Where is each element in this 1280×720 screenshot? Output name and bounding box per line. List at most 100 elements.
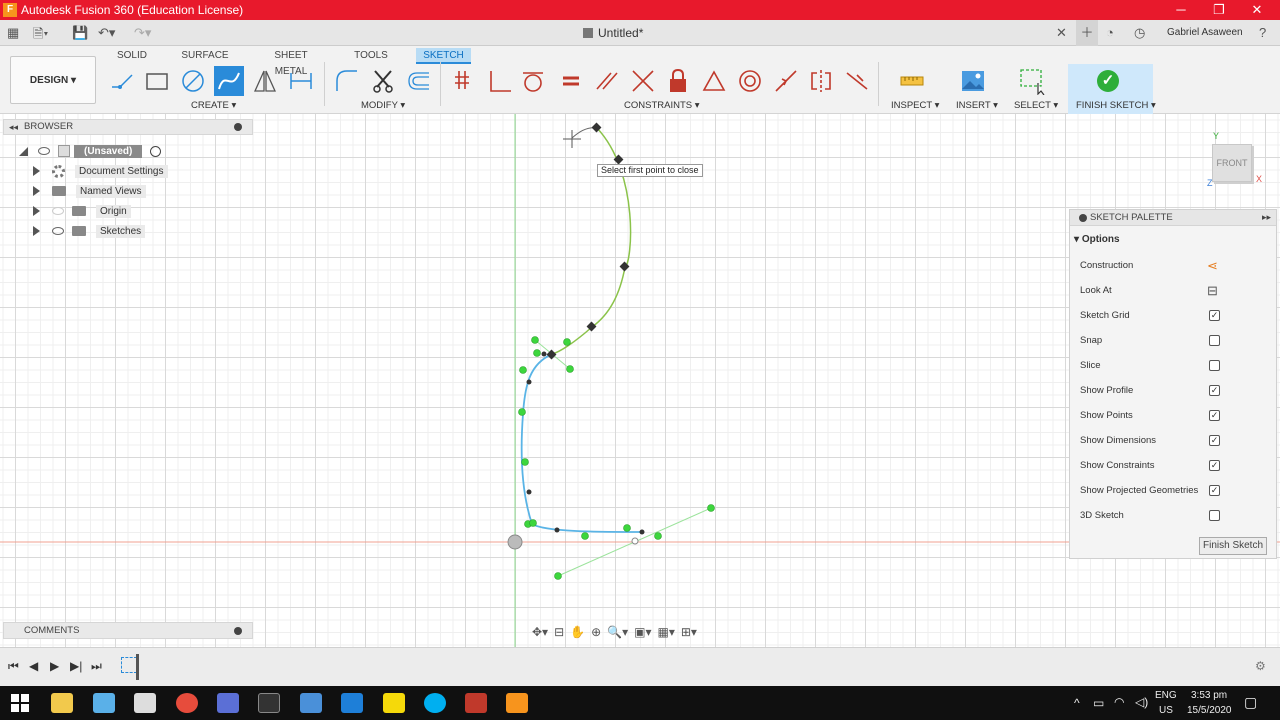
clock-date[interactable]: 15/5/2020 <box>1187 705 1232 716</box>
zoom-icon[interactable]: 🔍▾ <box>607 625 628 639</box>
circle-tool-icon[interactable] <box>178 66 208 96</box>
browser-header[interactable]: ◂◂ BROWSER <box>3 119 253 135</box>
spline-tool-icon[interactable] <box>214 66 244 96</box>
undo-icon[interactable]: ↶▾ <box>98 25 115 41</box>
line-tool-icon[interactable] <box>107 66 137 96</box>
create-menu[interactable]: CREATE ▾ <box>191 100 236 111</box>
lock-constraint-icon[interactable] <box>663 66 693 96</box>
collinear-constraint-icon[interactable] <box>842 66 872 96</box>
visibility-eye-icon[interactable] <box>38 147 50 155</box>
windows-start-icon[interactable] <box>11 694 29 712</box>
help-icon[interactable]: ? <box>1259 25 1266 40</box>
workspace-design-button[interactable]: DESIGN ▾ <box>10 56 96 104</box>
restore-icon[interactable]: ❐ <box>1200 0 1238 20</box>
store-icon[interactable] <box>93 693 115 713</box>
insert-image-icon[interactable] <box>958 66 988 96</box>
rectangle-tool-icon[interactable] <box>142 66 172 96</box>
go-to-end-icon[interactable]: ⏭ <box>91 659 102 674</box>
new-tab-plus-icon[interactable]: ＋ <box>1076 20 1098 46</box>
battery-icon[interactable]: ▭ <box>1093 696 1104 710</box>
language-indicator[interactable]: ENG <box>1155 690 1177 701</box>
equal-constraint-icon[interactable] <box>556 66 586 96</box>
app-icon[interactable] <box>217 693 239 713</box>
tab-tools[interactable]: TOOLS <box>350 48 392 64</box>
palette-row-show-dimensions[interactable]: Show Dimensions ✓ <box>1080 432 1270 450</box>
palette-row-look-at[interactable]: Look At ⊟ <box>1080 282 1270 300</box>
look-at-icon[interactable]: ⊟ <box>1207 282 1218 300</box>
look-at-nav-icon[interactable]: ⊟ <box>554 625 564 639</box>
palette-finish-sketch-button[interactable]: Finish Sketch <box>1199 537 1267 555</box>
play-icon[interactable]: ▶ <box>50 659 59 673</box>
inspect-menu[interactable]: INSPECT ▾ <box>891 100 939 111</box>
snap-checkbox[interactable] <box>1209 335 1220 346</box>
show-constraints-checkbox[interactable]: ✓ <box>1209 460 1220 471</box>
browser-item-document-settings[interactable]: Document Settings <box>33 162 168 180</box>
palette-header[interactable]: SKETCH PALETTE ▸▸ <box>1070 210 1276 226</box>
browser-options-icon[interactable] <box>234 123 242 131</box>
viewports-icon[interactable]: ⊞▾ <box>681 625 697 639</box>
data-panel-grid-icon[interactable]: ▦ <box>7 25 19 41</box>
triangle-constraint-icon[interactable] <box>699 66 729 96</box>
insert-menu[interactable]: INSERT ▾ <box>956 100 998 111</box>
finish-sketch-button[interactable]: ✓ FINISH SKETCH ▾ <box>1068 64 1156 114</box>
sticky-notes-icon[interactable] <box>383 693 405 713</box>
browser-root-row[interactable]: (Unsaved) <box>19 142 162 160</box>
fusion-taskbar-icon[interactable] <box>506 693 528 713</box>
expand-triangle-icon[interactable] <box>33 226 40 236</box>
go-to-start-icon[interactable]: ⏮ <box>8 659 19 674</box>
palette-row-construction[interactable]: Construction ⋖ <box>1080 257 1270 275</box>
sketch-grid-checkbox[interactable]: ✓ <box>1209 310 1220 321</box>
palette-row-snap[interactable]: Snap <box>1080 332 1270 350</box>
show-projected-geometries-checkbox[interactable]: ✓ <box>1209 485 1220 496</box>
timeline-settings-gear-icon[interactable]: ⚙ <box>1255 659 1266 673</box>
palette-row-slice[interactable]: Slice <box>1080 357 1270 375</box>
timeline-marker[interactable] <box>136 654 139 680</box>
palette-row-show-profile[interactable]: Show Profile ✓ <box>1080 382 1270 400</box>
sketch-dimension-tool-icon[interactable] <box>286 66 316 96</box>
tab-sheet-metal[interactable]: SHEET METAL <box>258 48 324 77</box>
step-forward-icon[interactable]: ▶| <box>70 659 82 673</box>
expand-right-icon[interactable]: ▸▸ <box>1262 210 1271 225</box>
minimize-icon[interactable]: ─ <box>1162 0 1200 20</box>
palette-row-3d-sketch[interactable]: 3D Sketch <box>1080 507 1270 525</box>
orbit-icon[interactable]: ✥▾ <box>532 625 548 639</box>
concentric-constraint-icon[interactable] <box>735 66 765 96</box>
browser-item-sketches[interactable]: Sketches <box>33 222 146 240</box>
modify-menu[interactable]: MODIFY ▾ <box>361 100 405 111</box>
palette-options-icon[interactable] <box>1079 214 1087 222</box>
palette-row-sketch-grid[interactable]: Sketch Grid ✓ <box>1080 307 1270 325</box>
display-settings-icon[interactable]: ▣▾ <box>634 625 651 639</box>
expanded-triangle-icon[interactable] <box>19 146 28 156</box>
browser-item-origin[interactable]: Origin <box>33 202 131 220</box>
expand-triangle-icon[interactable] <box>33 206 40 216</box>
options-section-header[interactable]: ▾ Options <box>1074 234 1120 245</box>
show-points-checkbox[interactable]: ✓ <box>1209 410 1220 421</box>
document-tab[interactable]: Untitled* <box>583 26 643 40</box>
tray-chevron-icon[interactable]: ^ <box>1074 696 1080 710</box>
save-icon[interactable]: 💾 <box>72 25 88 41</box>
close-tab-icon[interactable]: ✕ <box>1056 25 1067 41</box>
browser-item-named-views[interactable]: Named Views <box>33 182 146 200</box>
construction-icon[interactable]: ⋖ <box>1207 257 1218 275</box>
zoom-window-icon[interactable]: ⊕ <box>591 625 601 639</box>
step-back-icon[interactable]: ◀ <box>29 659 38 673</box>
close-icon[interactable]: ✕ <box>1238 0 1276 20</box>
pan-hand-icon[interactable]: ✋ <box>570 625 585 639</box>
tab-sketch[interactable]: SKETCH <box>416 48 471 64</box>
job-status-clock-icon[interactable]: ◷ <box>1134 25 1145 41</box>
autocad-icon[interactable] <box>465 693 487 713</box>
add-comment-icon[interactable] <box>234 627 242 635</box>
palette-row-show-points[interactable]: Show Points ✓ <box>1080 407 1270 425</box>
fix-constraint-icon[interactable] <box>448 66 478 96</box>
expand-triangle-icon[interactable] <box>33 166 40 176</box>
volume-icon[interactable]: ◁) <box>1135 695 1148 709</box>
view-cube[interactable]: FRONT <box>1212 144 1252 182</box>
expand-triangle-icon[interactable] <box>33 186 40 196</box>
sketch-timeline-feature-icon[interactable] <box>121 657 137 673</box>
tab-solid[interactable]: SOLID <box>112 48 152 64</box>
skype-icon[interactable] <box>424 693 446 713</box>
parallel-constraint-icon[interactable] <box>592 66 622 96</box>
terminal-icon[interactable] <box>258 693 280 713</box>
chrome-icon[interactable] <box>176 693 198 713</box>
perpendicular-constraint-icon[interactable] <box>484 66 514 96</box>
